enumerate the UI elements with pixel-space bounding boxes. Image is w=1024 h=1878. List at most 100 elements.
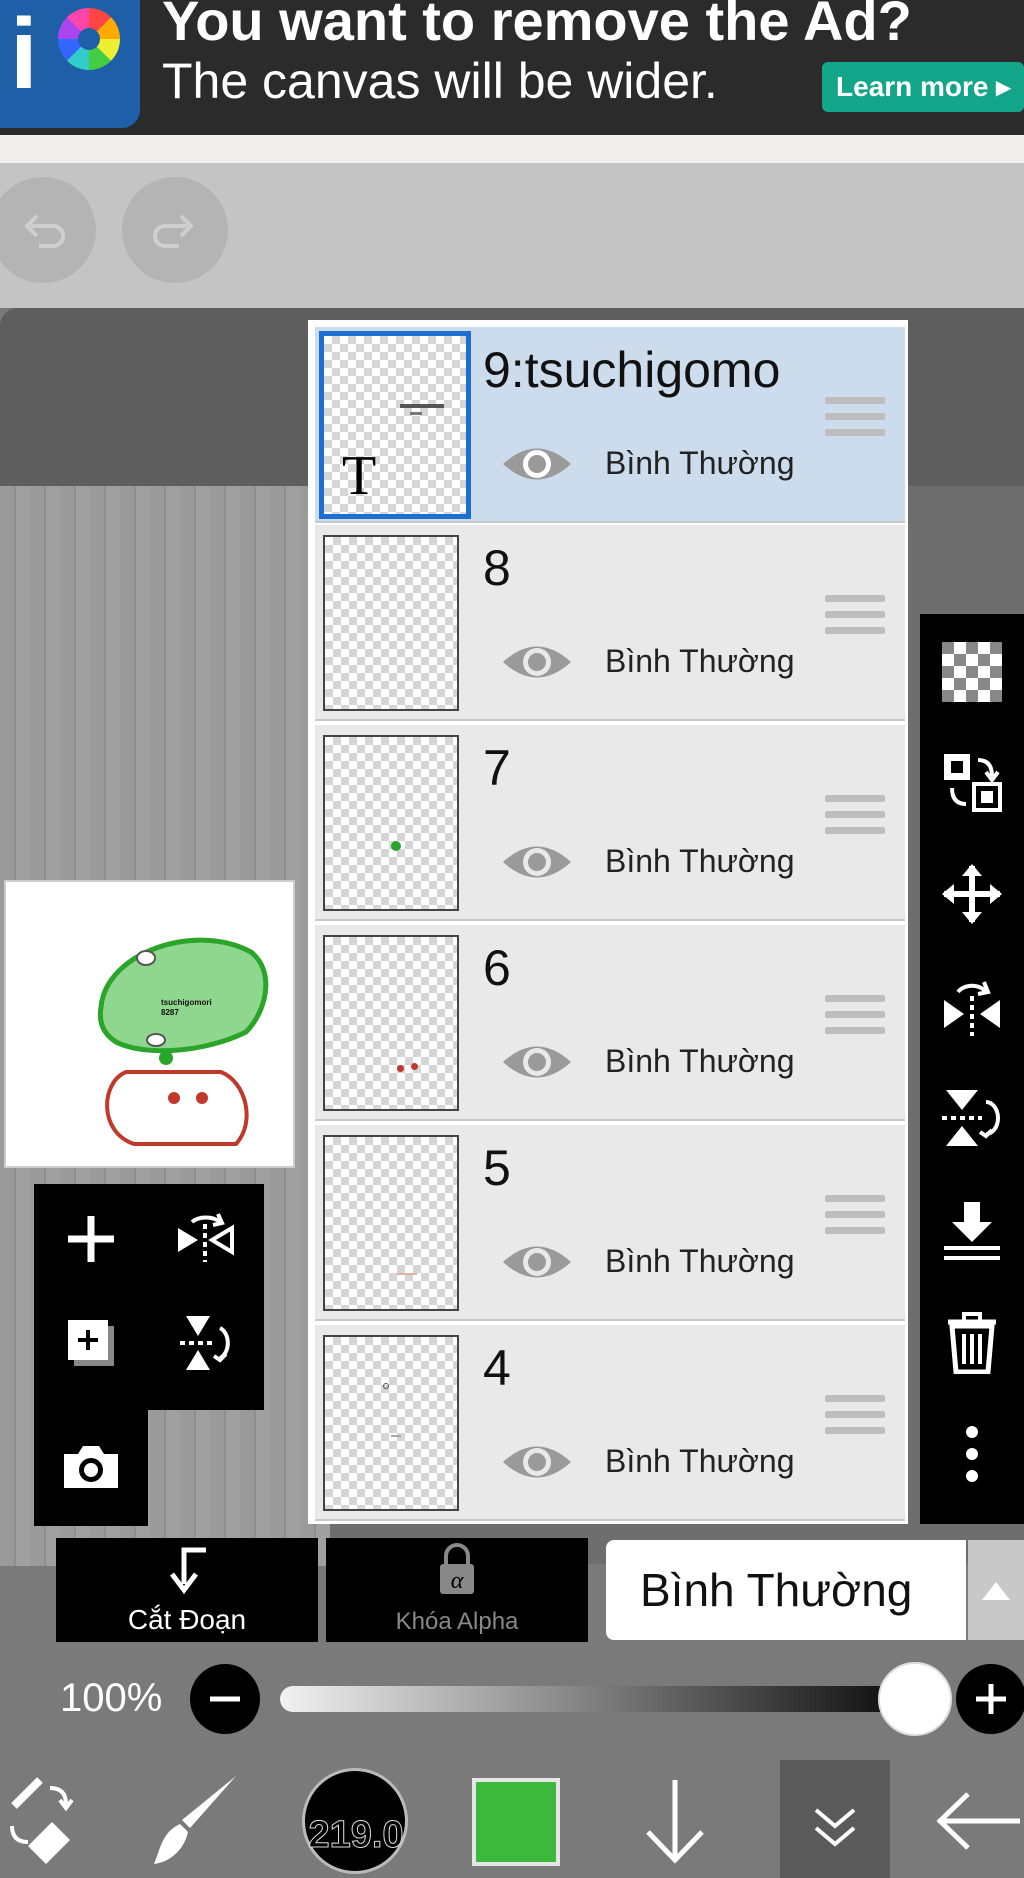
layer-blend-mode: Bình Thường <box>605 1243 795 1279</box>
top-toolbar <box>0 163 1024 308</box>
svg-text:tsuchigomori: tsuchigomori <box>161 998 212 1007</box>
opacity-slider[interactable] <box>280 1686 920 1712</box>
layer-row[interactable]: 8 Bình Thường <box>315 525 905 721</box>
artwork-thumbnail: tsuchigomori 8287 <box>97 937 269 1146</box>
arrow-down-icon <box>646 1780 704 1864</box>
layer-thumbnail <box>323 735 459 911</box>
layer-panel: T 9:tsuchigomo Bình Thường 8 Bình Thường <box>308 320 908 1524</box>
flip-layer-vertical-button[interactable] <box>940 1086 1004 1150</box>
flip-vertical-icon <box>180 1316 230 1370</box>
brush-size-value: 219.0 <box>308 1814 404 1857</box>
layer-panel-toggle-button[interactable] <box>780 1766 890 1876</box>
drag-handle-icon[interactable] <box>825 1395 885 1441</box>
duplicate-layer-icon <box>68 1320 114 1366</box>
more-options-button[interactable] <box>940 1422 1004 1486</box>
flip-vertical-icon <box>942 1090 1000 1146</box>
move-layer-button[interactable] <box>940 862 1004 926</box>
layer-blend-mode: Bình Thường <box>605 1443 795 1479</box>
opacity-slider-knob[interactable] <box>878 1662 952 1736</box>
layer-thumbnail <box>323 535 459 711</box>
layer-thumbnail <box>323 1335 459 1511</box>
plus-icon <box>68 1216 114 1262</box>
layer-down-button[interactable] <box>620 1766 730 1876</box>
layer-row[interactable]: 6 Bình Thường <box>315 925 905 1121</box>
eye-icon[interactable] <box>499 1037 575 1087</box>
svg-text:8287: 8287 <box>161 1008 179 1017</box>
layer-row[interactable]: 5 Bình Thường <box>315 1125 905 1321</box>
add-layer-button[interactable] <box>56 1204 126 1274</box>
eye-icon[interactable] <box>499 1237 575 1287</box>
blend-mode-dropdown-button[interactable] <box>968 1540 1024 1640</box>
canvas-preview[interactable]: tsuchigomori 8287 <box>4 880 295 1168</box>
color-swatch[interactable] <box>472 1778 560 1866</box>
eye-icon[interactable] <box>499 637 575 687</box>
flip-horizontal-icon <box>178 1213 234 1262</box>
checkerboard-icon <box>942 642 1002 702</box>
ad-banner[interactable]: i You want to remove the Ad? The canvas … <box>0 0 1024 135</box>
layer-name[interactable]: 7 <box>483 739 511 797</box>
merge-down-button[interactable] <box>940 1198 1004 1262</box>
brush-icon <box>154 1776 236 1864</box>
undo-button[interactable] <box>0 177 96 283</box>
redo-button[interactable] <box>122 177 228 283</box>
layer-thumbnail <box>323 935 459 1111</box>
layer-name[interactable]: 9:tsuchigomo <box>483 341 780 399</box>
flip-horizontal-button[interactable] <box>170 1204 240 1274</box>
drag-handle-icon[interactable] <box>825 397 885 443</box>
drag-handle-icon[interactable] <box>825 1195 885 1241</box>
svg-text:α: α <box>451 1568 464 1594</box>
layer-name[interactable]: 4 <box>483 1339 511 1397</box>
drag-handle-icon[interactable] <box>825 795 885 841</box>
double-chevron-down-icon <box>814 1808 856 1847</box>
blend-mode-select[interactable]: Bình Thường <box>606 1540 966 1640</box>
layer-name[interactable]: 8 <box>483 539 511 597</box>
alpha-lock-button[interactable]: α Khóa Alpha <box>326 1538 588 1642</box>
layer-row[interactable]: T 9:tsuchigomo Bình Thường <box>315 327 905 523</box>
redo-icon <box>153 214 194 248</box>
layer-thumbnail <box>323 1135 459 1311</box>
more-vertical-icon <box>966 1426 978 1482</box>
clipping-label: Cắt Đoạn <box>127 1604 247 1635</box>
left-tool-panel-bottom <box>34 1408 148 1526</box>
alpha-lock-label: Khóa Alpha <box>395 1608 519 1635</box>
swap-layers-button[interactable] <box>940 750 1004 814</box>
eraser-swap-icon <box>10 1777 74 1864</box>
flip-layer-horizontal-button[interactable] <box>940 974 1004 1038</box>
brush-tool-button[interactable] <box>140 1766 250 1876</box>
drag-handle-icon[interactable] <box>825 595 885 641</box>
layer-thumbnail: T <box>319 331 471 519</box>
ibis-paint-logo: i <box>0 0 140 128</box>
flip-horizontal-icon <box>944 981 1000 1036</box>
import-photo-button[interactable] <box>56 1432 126 1502</box>
delete-layer-button[interactable] <box>940 1310 1004 1375</box>
camera-icon <box>64 1446 118 1488</box>
clipping-button[interactable]: Cắt Đoạn <box>56 1538 318 1642</box>
move-arrows-icon <box>942 864 1002 924</box>
back-button[interactable] <box>920 1766 1024 1876</box>
minus-icon <box>210 1696 240 1702</box>
lock-icon: α <box>440 1543 474 1594</box>
trash-icon <box>948 1312 996 1375</box>
opacity-decrease-button[interactable] <box>190 1664 260 1734</box>
eye-icon[interactable] <box>499 837 575 887</box>
opacity-increase-button[interactable] <box>956 1664 1024 1734</box>
text-layer-icon: T <box>342 445 377 507</box>
ad-divider <box>0 135 1024 163</box>
eye-icon[interactable] <box>499 439 575 489</box>
layer-name[interactable]: 5 <box>483 1139 511 1197</box>
drag-handle-icon[interactable] <box>825 995 885 1041</box>
layer-blend-mode: Bình Thường <box>605 445 795 481</box>
clip-arrow-icon <box>170 1547 206 1595</box>
learn-more-button[interactable]: Learn more ▸ <box>822 62 1024 112</box>
add-copy-layer-button[interactable] <box>56 1308 126 1378</box>
flip-vertical-button[interactable] <box>170 1308 240 1378</box>
app-root: i You want to remove the Ad? The canvas … <box>0 0 1024 1878</box>
layer-row[interactable]: 4 Bình Thường <box>315 1325 905 1521</box>
transparent-fill-button[interactable] <box>940 640 1004 704</box>
eye-icon[interactable] <box>499 1437 575 1487</box>
arrow-left-icon <box>936 1792 1020 1850</box>
tool-selection-button[interactable] <box>0 1766 110 1876</box>
layer-row[interactable]: 7 Bình Thường <box>315 725 905 921</box>
layer-name[interactable]: 6 <box>483 939 511 997</box>
right-tool-panel <box>920 614 1024 1524</box>
